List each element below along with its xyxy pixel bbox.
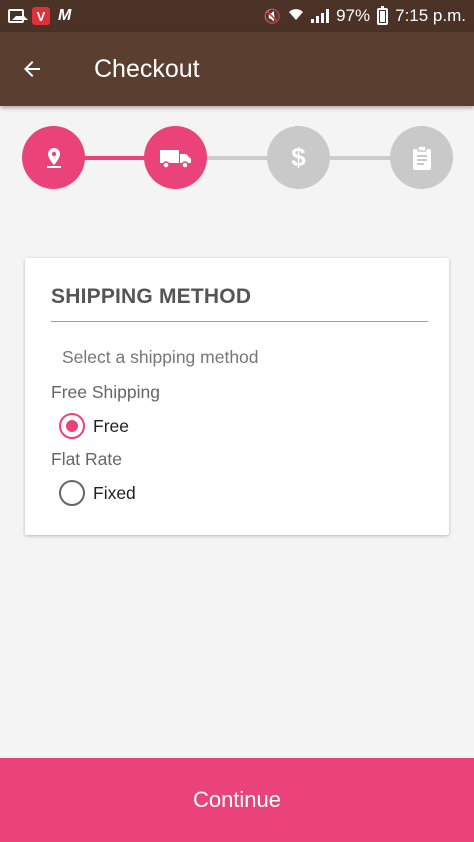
- status-bar-right: 🔇 97% 7:15 p.m.: [263, 5, 466, 26]
- location-pin-icon: [46, 147, 61, 168]
- battery-icon: [377, 5, 389, 25]
- truck-icon: [159, 149, 191, 169]
- arrow-back-icon: [24, 61, 40, 77]
- m-app-icon: M: [58, 7, 71, 24]
- flat-rate-label: Flat Rate: [51, 449, 122, 469]
- checkout-stepper: $: [0, 125, 474, 191]
- free-shipping-label: Free Shipping: [51, 382, 160, 402]
- mute-icon: 🔇: [263, 7, 282, 24]
- continue-button[interactable]: Continue: [0, 758, 474, 842]
- back-button[interactable]: [0, 32, 64, 106]
- wifi-icon: [288, 6, 304, 26]
- battery-percentage: 97%: [336, 6, 371, 25]
- shipping-method-card: SHIPPING METHOD Select a shipping method…: [25, 258, 449, 535]
- step-connector-3: [330, 156, 392, 160]
- step-address[interactable]: [22, 126, 85, 189]
- step-connector-1: [84, 156, 146, 160]
- radio-free-label: Free: [93, 415, 129, 436]
- step-shipping[interactable]: [144, 126, 207, 189]
- clipboard-icon: [412, 144, 431, 170]
- gallery-notification-icon: [8, 9, 28, 23]
- app-bar: Checkout: [0, 32, 474, 106]
- vivo-app-icon: V: [32, 7, 50, 25]
- status-bar-left: V M: [8, 7, 71, 25]
- radio-free[interactable]: [59, 413, 85, 439]
- divider: [51, 321, 428, 322]
- radio-option-free[interactable]: Free: [59, 413, 129, 439]
- page-title: Checkout: [94, 54, 200, 83]
- radio-fixed-label: Fixed: [93, 482, 136, 503]
- card-subtitle: Select a shipping method: [62, 347, 259, 367]
- clock: 7:15 p.m.: [395, 6, 466, 25]
- step-review[interactable]: [390, 126, 453, 189]
- signal-icon: [311, 9, 330, 23]
- dollar-icon: $: [291, 142, 306, 172]
- radio-fixed[interactable]: [59, 480, 85, 506]
- radio-option-fixed[interactable]: Fixed: [59, 480, 136, 506]
- step-payment[interactable]: $: [267, 126, 330, 189]
- card-title: SHIPPING METHOD: [51, 285, 252, 308]
- step-connector-2: [207, 156, 269, 160]
- status-bar: V M 🔇 97% 7:15 p.m.: [0, 0, 474, 32]
